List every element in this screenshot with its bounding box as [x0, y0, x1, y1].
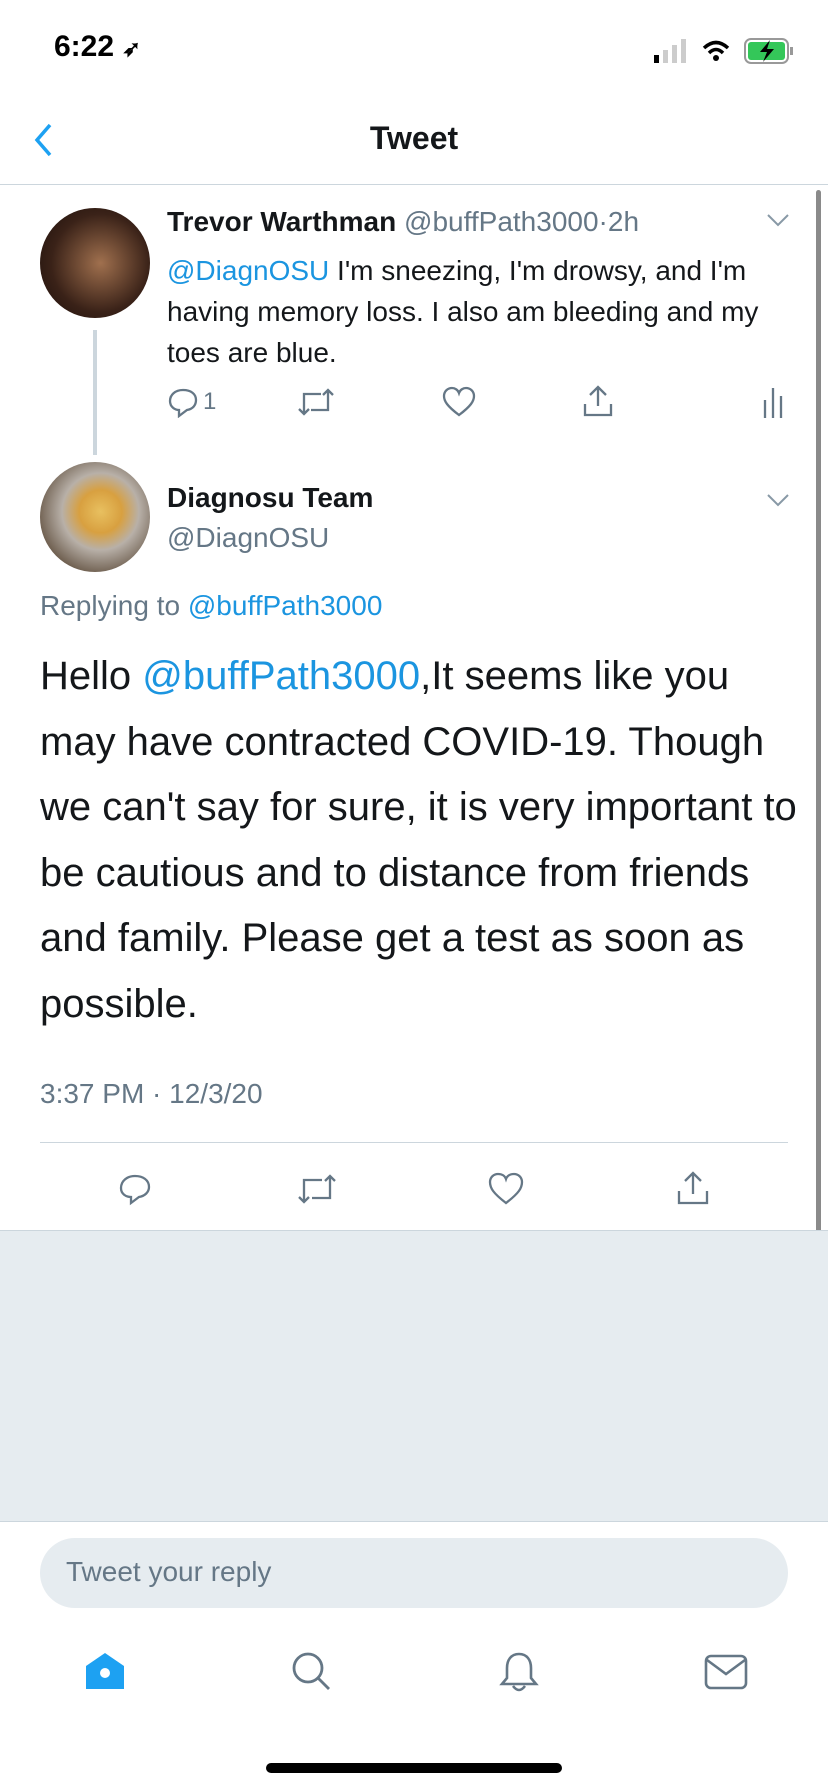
battery-charging-icon: [744, 38, 793, 64]
retweet-button[interactable]: [297, 386, 335, 418]
page-title: Tweet: [369, 120, 459, 156]
reply-input[interactable]: Tweet your reply: [40, 1538, 788, 1608]
analytics-button[interactable]: [761, 386, 785, 418]
tweet2-actions: [0, 1170, 828, 1208]
wifi-icon: [702, 40, 730, 61]
like-button[interactable]: [442, 386, 476, 418]
replying-to: Replying to @buffPath3000: [40, 590, 383, 621]
avatar-diagnosu[interactable]: [40, 462, 150, 572]
tweet2-text: Hello @buffPath3000,It seems like you ma…: [40, 654, 797, 1026]
signal-icon: [654, 39, 686, 63]
home-icon: [86, 1653, 124, 1689]
tweet1-header: Trevor Warthman @buffPath3000·2h: [167, 206, 640, 237]
status-time: 6:22 ➶: [54, 30, 141, 63]
author-name[interactable]: Diagnosu Team: [167, 482, 373, 514]
tweet-timestamp: 3:37 PM · 12/3/20: [40, 1078, 263, 1109]
reply-button[interactable]: 1: [167, 386, 216, 418]
tab-search[interactable]: [290, 1650, 332, 1692]
tweet2-menu-button[interactable]: [766, 492, 790, 508]
tweet1-menu-button[interactable]: [766, 212, 790, 228]
tab-bar: [0, 1650, 828, 1700]
tweet-age: 2h: [607, 206, 640, 237]
retweet-button[interactable]: [297, 1172, 337, 1206]
share-button[interactable]: [582, 384, 614, 418]
avatar-trevor[interactable]: [40, 208, 150, 318]
home-indicator: [266, 1763, 562, 1773]
tab-messages[interactable]: [704, 1654, 748, 1690]
status-icons: [652, 38, 794, 64]
author-handle[interactable]: @buffPath3000: [404, 206, 599, 237]
bell-icon: [499, 1652, 539, 1692]
chevron-down-icon: [767, 494, 789, 507]
mention-link[interactable]: @buffPath3000: [142, 654, 420, 698]
reply-icon: [119, 1174, 151, 1206]
empty-area: [0, 1231, 828, 1521]
like-button[interactable]: [488, 1172, 524, 1206]
reply-button[interactable]: [118, 1172, 152, 1206]
share-icon: [583, 385, 613, 417]
author-handle[interactable]: @DiagnOSU: [167, 522, 329, 554]
heart-icon: [442, 386, 476, 417]
replying-to-link[interactable]: @buffPath3000: [188, 590, 383, 621]
chevron-down-icon: [767, 214, 789, 227]
author-name[interactable]: Trevor Warthman: [167, 206, 396, 237]
mention-link[interactable]: @DiagnOSU: [167, 255, 329, 286]
heart-icon: [488, 1172, 524, 1205]
tweet1-text: @DiagnOSU I'm sneezing, I'm drowsy, and …: [167, 255, 759, 368]
reply-icon: [168, 388, 198, 418]
mail-icon: [704, 1654, 748, 1690]
search-icon: [292, 1652, 330, 1690]
analytics-icon: [763, 388, 783, 418]
tab-notifications[interactable]: [498, 1650, 540, 1694]
location-icon: ➶: [122, 36, 141, 61]
tab-home[interactable]: [84, 1650, 126, 1692]
retweet-icon: [298, 1174, 336, 1204]
thread-line: [93, 330, 97, 455]
share-button[interactable]: [676, 1170, 710, 1206]
share-icon: [677, 1171, 709, 1205]
retweet-icon: [298, 388, 334, 416]
tweet1-actions: 1: [167, 384, 787, 420]
